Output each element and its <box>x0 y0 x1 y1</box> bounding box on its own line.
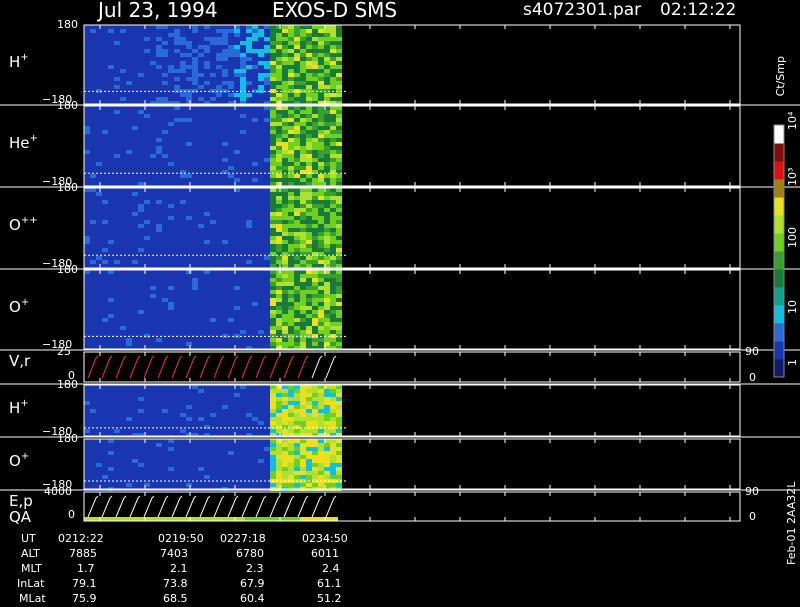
colorbar-segment <box>774 287 784 306</box>
sweep-trace <box>325 355 337 379</box>
sweep-trace <box>269 495 281 518</box>
sweep-trace <box>227 495 239 518</box>
plot-date: Jul 23, 1994 <box>98 0 218 22</box>
panel-frame <box>83 351 741 383</box>
sweep-trace <box>255 495 267 518</box>
panel-3 <box>84 188 342 268</box>
colorbar-segment <box>774 215 784 234</box>
sweep-trace <box>283 495 295 518</box>
panel-7 <box>84 439 342 491</box>
sweep-trace <box>115 495 127 518</box>
sweep-trace <box>255 355 267 379</box>
plot-mission: EXOS-D SMS <box>272 0 398 22</box>
y-tick-top: 180 <box>57 432 78 445</box>
sweep-trace <box>171 495 183 518</box>
colorbar-tick: 100 <box>786 227 799 248</box>
sweep-trace <box>101 355 113 379</box>
plot-filename: s4072301.par <box>523 0 642 20</box>
sweep-trace <box>101 495 113 518</box>
panel-frame <box>83 491 741 522</box>
sweep-trace <box>311 355 323 379</box>
colorbar-tick: 10 <box>786 300 799 314</box>
spectrogram-plot <box>0 24 800 522</box>
sweep-trace <box>87 355 99 379</box>
ephem-label: UT <box>21 532 36 545</box>
panel-2 <box>84 106 342 186</box>
colorbar-segment <box>774 269 784 288</box>
sweep-trace <box>227 355 239 379</box>
colorbar-segment <box>774 251 784 270</box>
sweep-trace <box>283 355 295 379</box>
sweep-trace <box>129 355 141 379</box>
panel-4 <box>84 270 342 350</box>
panel-label-5: V,r <box>9 352 31 370</box>
panel-6 <box>84 385 342 437</box>
sweep-trace <box>143 355 155 379</box>
panel-label-4: O+ <box>9 296 30 316</box>
sweep-trace <box>87 495 99 518</box>
y-tick-top: 180 <box>57 18 78 31</box>
colorbar-tick: 1 <box>786 359 799 366</box>
sweep-trace <box>185 495 197 518</box>
colorbar-segment <box>774 143 784 162</box>
sweep-trace <box>213 495 225 518</box>
plot-time: 02:12:22 <box>660 0 737 20</box>
right-tick-bottom: 0 <box>749 510 756 523</box>
sweep-trace <box>157 355 169 379</box>
sweep-trace <box>143 495 155 518</box>
sweep-trace <box>297 355 309 379</box>
panel-label-6: H+ <box>9 397 29 417</box>
sweep-trace <box>115 355 127 379</box>
right-tick-top: 90 <box>745 345 759 358</box>
colorbar-segment <box>774 341 784 360</box>
y-tick-top: 25 <box>57 345 71 358</box>
y-tick-top: 180 <box>57 181 78 194</box>
panel-label-8: E,p <box>9 492 33 510</box>
panel-label-8-qa: QA <box>9 508 32 526</box>
y-tick-top: 180 <box>57 263 78 276</box>
y-tick-mid: 0 <box>68 508 75 521</box>
panel-label-2: He+ <box>9 133 38 152</box>
y-tick-top: 4000 <box>44 485 72 498</box>
sweep-trace <box>297 495 309 518</box>
sweep-trace <box>269 355 281 379</box>
sweep-trace <box>325 495 337 518</box>
footer-id: Feb-01 2AA32L <box>785 481 798 565</box>
qa-bar <box>245 517 300 521</box>
sweep-trace <box>241 495 253 518</box>
sweep-trace <box>199 495 211 518</box>
right-tick-bottom: 0 <box>749 371 756 384</box>
y-tick-top: 180 <box>57 99 78 112</box>
colorbar-tick: 10³ <box>786 167 799 186</box>
colorbar-segment <box>774 161 784 180</box>
panel-label-1: H+ <box>9 51 29 71</box>
sweep-trace <box>171 355 183 379</box>
panel-label-7: O+ <box>9 451 30 470</box>
colorbar-segment <box>774 179 784 198</box>
sweep-trace <box>213 355 225 379</box>
panel-label-3: O++ <box>9 215 38 234</box>
colorbar-segment <box>774 125 784 144</box>
colorbar-segment <box>774 197 784 216</box>
qa-bar <box>84 517 245 521</box>
qa-bar <box>300 517 338 521</box>
colorbar-segment <box>774 233 784 252</box>
y-tick-top: 180 <box>57 378 78 391</box>
sweep-trace <box>311 495 323 518</box>
sweep-trace <box>185 355 197 379</box>
sweep-trace <box>241 355 253 379</box>
colorbar-segment <box>774 305 784 324</box>
colorbar-segment <box>774 359 784 378</box>
colorbar-segment <box>774 323 784 342</box>
right-tick-top: 90 <box>745 485 759 498</box>
colorbar-tick: 10⁴ <box>786 111 799 130</box>
sweep-trace <box>157 495 169 518</box>
sweep-trace <box>129 495 141 518</box>
panel-1 <box>84 25 342 105</box>
colorbar-label: Ct/Smp <box>774 56 787 97</box>
sweep-trace <box>199 355 211 379</box>
